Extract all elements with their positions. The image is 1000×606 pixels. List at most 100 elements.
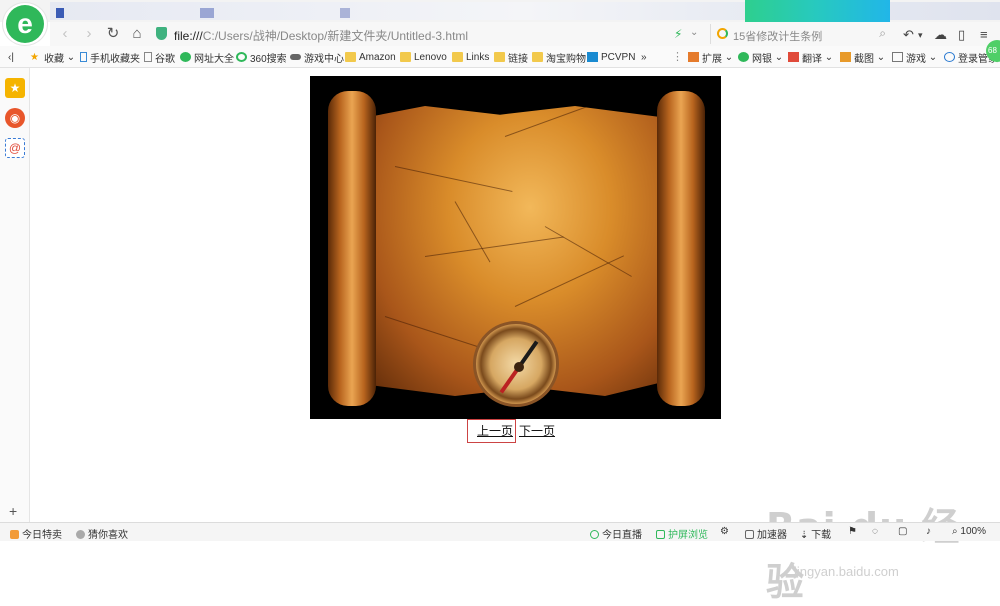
left-sidebar: ★ ◉ @ + (0, 68, 30, 523)
watermark-logo: Bai du 经验 (766, 505, 959, 604)
scissors-icon (840, 52, 851, 62)
bookmark-pcvpn[interactable]: PCVPN (587, 50, 635, 64)
forward-arrow-icon[interactable]: › (80, 25, 98, 43)
bookmark-label: 链接 (508, 53, 528, 65)
back-arrow-icon[interactable]: ‹ (56, 25, 74, 43)
undo-icon[interactable]: ↶ (903, 27, 914, 43)
prev-page-link[interactable]: 上一页 (477, 422, 513, 439)
weibo-icon[interactable]: ◉ (5, 108, 25, 128)
bookmark-mobile[interactable]: 手机收藏夹 (80, 50, 140, 65)
cloud-icon[interactable]: ☁ (934, 27, 947, 43)
lightning-icon[interactable]: ⚡ (674, 27, 682, 41)
url-scheme: file:/// (174, 29, 203, 43)
bookmark-links[interactable]: Links (452, 50, 489, 64)
url-text[interactable]: file:///C:/Users/战神/Desktop/新建文件夹/Untitl… (174, 27, 468, 44)
status-live[interactable]: 今日直播 (590, 526, 642, 541)
status-eye-care[interactable]: 护屏浏览 (656, 526, 708, 541)
status-recommend[interactable]: 猜你喜欢 (76, 526, 128, 541)
status-bar: 今日特卖 猜你喜欢 今日直播 护屏浏览 ⚙ 加速器 ⇣ 下载 ⚑ ◌ ▢ ♪ ⌕… (0, 522, 1000, 541)
sidebar-toggle[interactable]: ‹| (8, 50, 14, 64)
status-label: 护屏浏览 (668, 530, 708, 541)
play-icon (590, 530, 599, 539)
bookmark-favorites[interactable]: ★ 收藏 ⌄ (30, 50, 75, 65)
zoom-level: 100% (960, 526, 986, 537)
parchment-crack (384, 316, 490, 351)
bookmark-label: 手机收藏夹 (90, 53, 140, 65)
title-bar (0, 0, 1000, 22)
bookmark-360[interactable]: 360搜索 (236, 50, 287, 65)
search-text[interactable]: 15省修改计生条例 (733, 28, 822, 44)
status-accelerator[interactable]: 加速器 (745, 526, 787, 541)
parchment-crack (394, 166, 513, 192)
clean-icon[interactable]: ◌ (872, 526, 878, 537)
bookmark-google[interactable]: 谷歌 (144, 50, 175, 65)
folder-icon (494, 52, 505, 62)
download-icon: ⇣ (800, 530, 812, 541)
bookmark-taobao[interactable]: 淘宝购物 (532, 50, 586, 65)
menu-icon[interactable]: ≡ (980, 27, 988, 42)
toolbar-banking[interactable]: 网银 ⌄ (738, 50, 783, 65)
toolbar-extensions[interactable]: 扩展 ⌄ (688, 50, 733, 65)
right-scroll-roll (657, 91, 705, 406)
parchment-crack (544, 226, 632, 277)
folder-icon (532, 52, 543, 62)
watermark-url: jingyan.baidu.com (794, 564, 899, 579)
status-label: 今日直播 (602, 530, 642, 541)
bookmark-label: 网址大全 (194, 53, 234, 65)
bookmark-games[interactable]: 游戏中心 (290, 50, 344, 65)
search-engine-icon (717, 28, 728, 39)
gift-icon (10, 530, 19, 539)
toolbar-label: 扩展 (702, 53, 722, 65)
compass-icon (473, 321, 559, 407)
home-icon[interactable]: ⌂ (128, 25, 146, 43)
status-label: 下载 (811, 530, 832, 541)
gamepad-icon (290, 54, 301, 60)
toolbar-label: 截图 (854, 53, 874, 65)
chevron-down-icon[interactable]: ▾ (918, 30, 923, 41)
status-label: 猜你喜欢 (88, 530, 128, 541)
browser-logo[interactable]: e (2, 2, 48, 46)
status-download[interactable]: ⇣ 下载 (800, 526, 831, 541)
tab-favicon (56, 8, 64, 18)
refresh-icon[interactable]: ↻ (104, 25, 122, 43)
tab-favicon (340, 8, 350, 18)
chevron-down-icon[interactable]: ⌄ (690, 27, 698, 38)
shield-icon (738, 52, 749, 62)
bookmark-amazon[interactable]: Amazon (345, 50, 396, 64)
search-box[interactable]: 15省修改计生条例 ⌕ (710, 24, 890, 44)
bookmark-label: 收藏 (44, 53, 64, 65)
bookmarks-bar: ‹| ★ 收藏 ⌄ 手机收藏夹 谷歌 网址大全 360搜索 游戏中心 Amazon… (0, 46, 1000, 68)
volume-icon[interactable]: ♪ (926, 526, 931, 537)
star-icon[interactable]: ★ (5, 78, 25, 98)
bookmark-lianjie[interactable]: 链接 (494, 50, 528, 65)
toolbar-translate[interactable]: 翻译 ⌄ (788, 50, 833, 65)
settings-icon[interactable]: ⚙ (720, 526, 729, 537)
toolbar-screenshot[interactable]: 截图 ⌄ (840, 50, 885, 65)
parchment-crack (454, 201, 491, 263)
folder-icon (400, 52, 411, 62)
address-bar[interactable]: file:///C:/Users/战神/Desktop/新建文件夹/Untitl… (156, 24, 696, 44)
tab-favicon (200, 8, 214, 18)
bookmark-label: 淘宝购物 (546, 53, 586, 65)
translate-icon (788, 52, 799, 62)
search-icon[interactable]: ⌕ (879, 26, 886, 41)
status-deals[interactable]: 今日特卖 (10, 526, 62, 541)
toolbar-games[interactable]: 游戏 ⌄ (892, 50, 937, 65)
chevron-right-double-icon: » (641, 51, 647, 63)
zoom-control[interactable]: ⌕ 100% (952, 526, 986, 537)
phone-icon (80, 52, 87, 62)
navigation-bar: ‹ › ↻ ⌂ file:///C:/Users/战神/Desktop/新建文件… (50, 22, 1000, 46)
search-360-icon (236, 52, 247, 62)
flag-icon[interactable]: ⚑ (848, 526, 857, 537)
next-page-link[interactable]: 下一页 (519, 422, 555, 439)
window-icon[interactable]: ▢ (898, 526, 907, 537)
mail-icon[interactable]: @ (5, 138, 25, 158)
status-label: 加速器 (757, 530, 787, 541)
folder-icon (452, 52, 463, 62)
more-options-icon[interactable]: ⋮ (672, 50, 683, 63)
bookmark-hao[interactable]: 网址大全 (180, 50, 234, 65)
bookmark-lenovo[interactable]: Lenovo (400, 50, 447, 64)
bookmarks-more[interactable]: » (641, 50, 647, 64)
add-icon[interactable]: + (9, 503, 17, 519)
mobile-icon[interactable]: ▯ (958, 27, 965, 43)
